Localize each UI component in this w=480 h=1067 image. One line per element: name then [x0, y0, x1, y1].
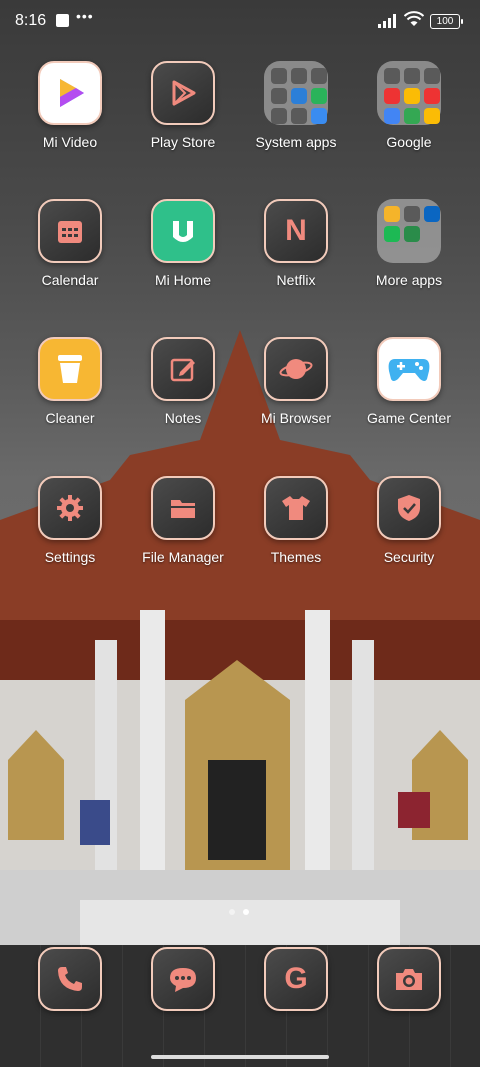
folder-icon — [377, 199, 441, 263]
app-label: Security — [383, 549, 435, 565]
app-label: Play Store — [150, 134, 216, 150]
app-label: Game Center — [366, 410, 452, 426]
app-label: Notes — [164, 410, 202, 426]
home-gesture-bar[interactable] — [151, 1055, 329, 1059]
app-netflix[interactable]: N Netflix — [240, 199, 352, 288]
app-label: Cleaner — [45, 410, 95, 426]
shield-icon — [377, 476, 441, 540]
camera-icon — [377, 947, 441, 1011]
app-mi-browser[interactable]: Mi Browser — [240, 337, 352, 426]
app-file-manager[interactable]: File Manager — [127, 476, 239, 565]
app-label: Netflix — [276, 272, 316, 288]
app-label: Mi Browser — [260, 410, 331, 426]
status-bar: 8:16 ••• 100 — [0, 0, 480, 44]
calendar-icon — [38, 199, 102, 263]
google-glyph: G — [284, 962, 308, 995]
app-label: System apps — [255, 134, 337, 150]
clock: 8:16 — [15, 12, 47, 29]
tshirt-icon — [264, 476, 328, 540]
app-label: File Manager — [142, 549, 224, 565]
app-label: Mi Video — [42, 134, 98, 150]
wifi-icon — [404, 11, 424, 26]
folder-icon — [264, 61, 328, 125]
app-notes[interactable]: Notes — [127, 337, 239, 426]
google-icon: G — [264, 947, 328, 1011]
app-label: Settings — [44, 549, 96, 565]
app-play-store[interactable]: Play Store — [127, 61, 239, 150]
play-store-icon — [151, 61, 215, 125]
app-calendar[interactable]: Calendar — [14, 199, 126, 288]
page-dot-active — [243, 909, 249, 915]
folder-google[interactable]: Google — [353, 61, 465, 150]
dock-google[interactable]: G — [240, 947, 352, 1011]
gamepad-icon — [377, 337, 441, 401]
netflix-icon: N — [264, 199, 328, 263]
more-notifications-icon: ••• — [76, 8, 94, 24]
app-settings[interactable]: Settings — [14, 476, 126, 565]
netflix-glyph: N — [285, 214, 307, 247]
notes-icon — [151, 337, 215, 401]
app-label: Calendar — [41, 272, 99, 288]
phone-icon — [38, 947, 102, 1011]
app-themes[interactable]: Themes — [240, 476, 352, 565]
dock-camera[interactable] — [353, 947, 465, 1011]
app-game-center[interactable]: Game Center — [353, 337, 465, 426]
browser-icon — [264, 337, 328, 401]
app-cleaner[interactable]: Cleaner — [14, 337, 126, 426]
folder-system-apps[interactable]: System apps — [240, 61, 352, 150]
gear-icon — [38, 476, 102, 540]
app-mi-home[interactable]: Mi Home — [127, 199, 239, 288]
app-label: Google — [386, 134, 432, 150]
file-manager-icon — [151, 476, 215, 540]
messages-icon — [151, 947, 215, 1011]
page-indicator[interactable] — [229, 909, 249, 915]
notification-icon — [56, 14, 69, 27]
battery-icon: 100 — [430, 14, 463, 29]
app-security[interactable]: Security — [353, 476, 465, 565]
signal-icon — [378, 14, 396, 28]
dock-phone[interactable] — [14, 947, 126, 1011]
cleaner-icon — [38, 337, 102, 401]
mi-video-icon — [38, 61, 102, 125]
app-label: Themes — [270, 549, 322, 565]
app-label: Mi Home — [154, 272, 211, 288]
dock-messages[interactable] — [127, 947, 239, 1011]
mi-home-icon — [151, 199, 215, 263]
page-dot — [229, 909, 235, 915]
folder-icon — [377, 61, 441, 125]
folder-more-apps[interactable]: More apps — [353, 199, 465, 288]
app-mi-video[interactable]: Mi Video — [14, 61, 126, 150]
app-label: More apps — [375, 272, 443, 288]
